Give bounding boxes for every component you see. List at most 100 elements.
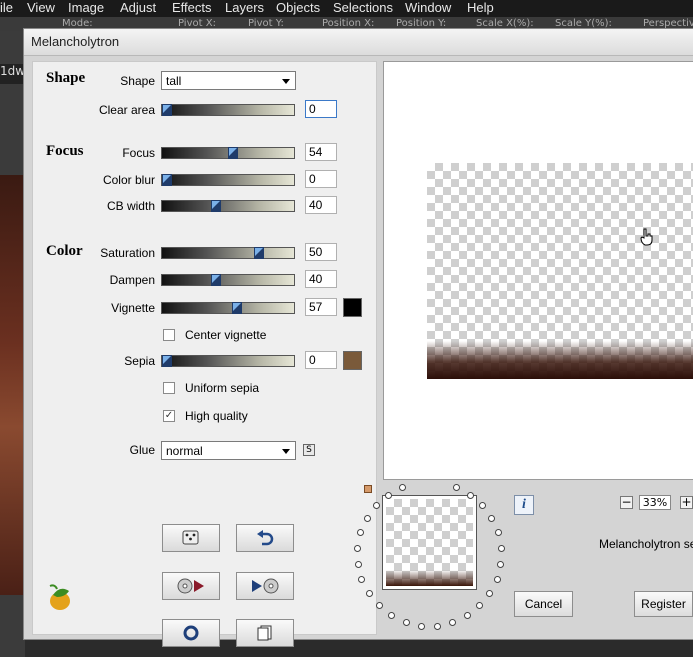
randomize-button[interactable] <box>162 524 220 552</box>
slider-thumb[interactable] <box>232 302 242 314</box>
dial-dot[interactable] <box>495 529 502 536</box>
undo-icon <box>257 530 274 546</box>
focus-input[interactable] <box>305 143 337 161</box>
hand-cursor-icon <box>640 228 653 246</box>
center-vignette-label: Center vignette <box>185 328 267 342</box>
dial-dot[interactable] <box>385 492 392 499</box>
sepia-label: Sepia <box>124 354 155 368</box>
save-preset-button[interactable] <box>236 572 294 600</box>
navigator-thumbnail[interactable] <box>382 495 477 590</box>
preview-canvas[interactable] <box>383 61 693 480</box>
dial-dot[interactable] <box>376 602 383 609</box>
dial-dot[interactable] <box>388 612 395 619</box>
sepia-input[interactable] <box>305 351 337 369</box>
menu-help[interactable]: Help <box>467 0 494 16</box>
color-blur-slider[interactable] <box>161 174 295 186</box>
host-document-tab[interactable]: 1dw <box>0 64 25 84</box>
shape-label: Shape <box>120 74 155 88</box>
color-blur-input[interactable] <box>305 170 337 188</box>
menu-selections[interactable]: Selections <box>333 0 393 16</box>
uniform-sepia-checkbox[interactable] <box>163 382 175 394</box>
dial-dot[interactable] <box>354 545 361 552</box>
menu-image[interactable]: Image <box>68 0 104 16</box>
menu-window[interactable]: Window <box>405 0 451 16</box>
dial-dot[interactable] <box>418 623 425 630</box>
dial-dot[interactable] <box>494 576 501 583</box>
shape-select[interactable]: tall <box>161 71 296 90</box>
slider-thumb[interactable] <box>211 274 221 286</box>
menu-file[interactable]: ile <box>0 0 13 16</box>
dial-dot[interactable] <box>366 590 373 597</box>
slider-thumb[interactable] <box>228 147 238 159</box>
sepia-slider[interactable] <box>161 355 295 367</box>
vignette-label: Vignette <box>111 301 155 315</box>
clear-area-input[interactable] <box>305 100 337 118</box>
info-icon[interactable]: i <box>514 495 534 515</box>
dial-dot[interactable] <box>488 515 495 522</box>
register-button[interactable]: Register <box>634 591 693 617</box>
slider-thumb[interactable] <box>162 355 172 367</box>
undo-button[interactable] <box>236 524 294 552</box>
dial-dot[interactable] <box>476 602 483 609</box>
menu-adjust[interactable]: Adjust <box>120 0 156 16</box>
chevron-down-icon <box>282 449 290 454</box>
cancel-button[interactable]: Cancel <box>514 591 573 617</box>
saturation-input[interactable] <box>305 243 337 261</box>
glue-select[interactable]: normal <box>161 441 296 460</box>
menu-layers[interactable]: Layers <box>225 0 264 16</box>
cb-width-slider[interactable] <box>161 200 295 212</box>
dialog-titlebar[interactable]: Melancholytron <box>24 29 693 56</box>
host-image <box>0 175 25 595</box>
dial-dot[interactable] <box>373 502 380 509</box>
dial-dot[interactable] <box>434 623 441 630</box>
dial-dot[interactable] <box>453 484 460 491</box>
high-quality-checkbox[interactable]: ✓ <box>163 410 175 422</box>
reset-button[interactable] <box>162 619 220 647</box>
slider-thumb[interactable] <box>254 247 264 259</box>
melancholytron-dialog: Melancholytron Shape Shape tall Clear ar… <box>23 28 693 647</box>
dial-dot[interactable] <box>486 590 493 597</box>
dial-dot[interactable] <box>449 619 456 626</box>
glue-settings-icon[interactable]: S <box>303 444 315 456</box>
high-quality-label: High quality <box>185 409 248 423</box>
vignette-color-swatch[interactable] <box>343 298 362 317</box>
vignette-input[interactable] <box>305 298 337 316</box>
load-preset-button[interactable] <box>162 572 220 600</box>
disc-load-icon <box>177 578 204 594</box>
dial-dot[interactable] <box>479 502 486 509</box>
zoom-in-button[interactable]: + <box>680 496 693 509</box>
glue-select-value: normal <box>166 444 203 458</box>
dampen-slider[interactable] <box>161 274 295 286</box>
copy-button[interactable] <box>236 619 294 647</box>
zoom-out-button[interactable]: − <box>620 496 633 509</box>
dial-dot[interactable] <box>357 529 364 536</box>
sepia-color-swatch[interactable] <box>343 351 362 370</box>
dial-dot[interactable] <box>467 492 474 499</box>
preview-image-floor <box>427 341 693 379</box>
navigator-handle[interactable] <box>364 485 372 493</box>
slider-thumb[interactable] <box>162 104 172 116</box>
dial-dot[interactable] <box>403 619 410 626</box>
dial-dot[interactable] <box>464 612 471 619</box>
vignette-slider[interactable] <box>161 302 295 314</box>
saturation-slider[interactable] <box>161 247 295 259</box>
slider-thumb[interactable] <box>211 200 221 212</box>
dial-dot[interactable] <box>497 561 504 568</box>
cb-width-label: CB width <box>106 199 155 213</box>
clear-area-slider[interactable] <box>161 104 295 116</box>
reset-ring-icon <box>183 625 199 641</box>
slider-thumb[interactable] <box>162 174 172 186</box>
dampen-input[interactable] <box>305 270 337 288</box>
menu-objects[interactable]: Objects <box>276 0 320 16</box>
dial-dot[interactable] <box>498 545 505 552</box>
dial-dot[interactable] <box>355 561 362 568</box>
center-vignette-checkbox[interactable] <box>163 329 175 341</box>
menu-effects[interactable]: Effects <box>172 0 212 16</box>
focus-slider[interactable] <box>161 147 295 159</box>
menu-view[interactable]: View <box>27 0 55 16</box>
uniform-sepia-label: Uniform sepia <box>185 381 260 395</box>
dial-dot[interactable] <box>358 576 365 583</box>
dial-dot[interactable] <box>364 515 371 522</box>
cb-width-input[interactable] <box>305 196 337 214</box>
dial-dot[interactable] <box>399 484 406 491</box>
